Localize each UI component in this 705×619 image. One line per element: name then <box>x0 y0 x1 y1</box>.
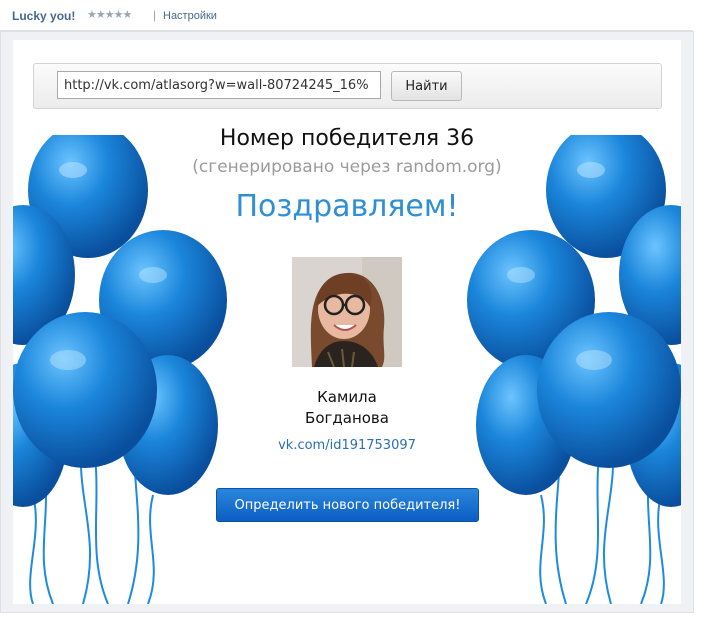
find-button[interactable]: Найти <box>391 71 462 101</box>
app-frame: Найти Номер победителя 36 (сгенерировано… <box>0 31 694 613</box>
settings-link[interactable]: Настройки <box>163 10 217 22</box>
header-separator: | <box>153 8 157 22</box>
winner-profile-link[interactable]: vk.com/id191753097 <box>13 438 681 453</box>
app-title: Lucky you! <box>12 9 76 23</box>
rating-stars-icon: ★★★★★ <box>87 9 132 21</box>
winner-avatar[interactable] <box>292 257 402 367</box>
url-search-bar: Найти <box>33 63 662 109</box>
congrats-heading: Поздравляем! <box>235 189 459 224</box>
post-url-input[interactable] <box>57 71 381 99</box>
new-winner-button[interactable]: Определить нового победителя! <box>216 488 479 522</box>
winner-last-name: Богданова <box>305 409 389 427</box>
winner-name: Камила Богданова <box>227 387 467 429</box>
app-canvas: Найти Номер победителя 36 (сгенерировано… <box>13 40 681 604</box>
app-header: Lucky you! ★★★★★ | Настройки <box>0 0 693 31</box>
winner-number-heading: Номер победителя 36 <box>219 126 475 151</box>
generated-note: (сгенерировано через random.org) <box>192 157 502 177</box>
avatar-photo-icon <box>292 257 402 367</box>
winner-first-name: Камила <box>317 388 377 406</box>
